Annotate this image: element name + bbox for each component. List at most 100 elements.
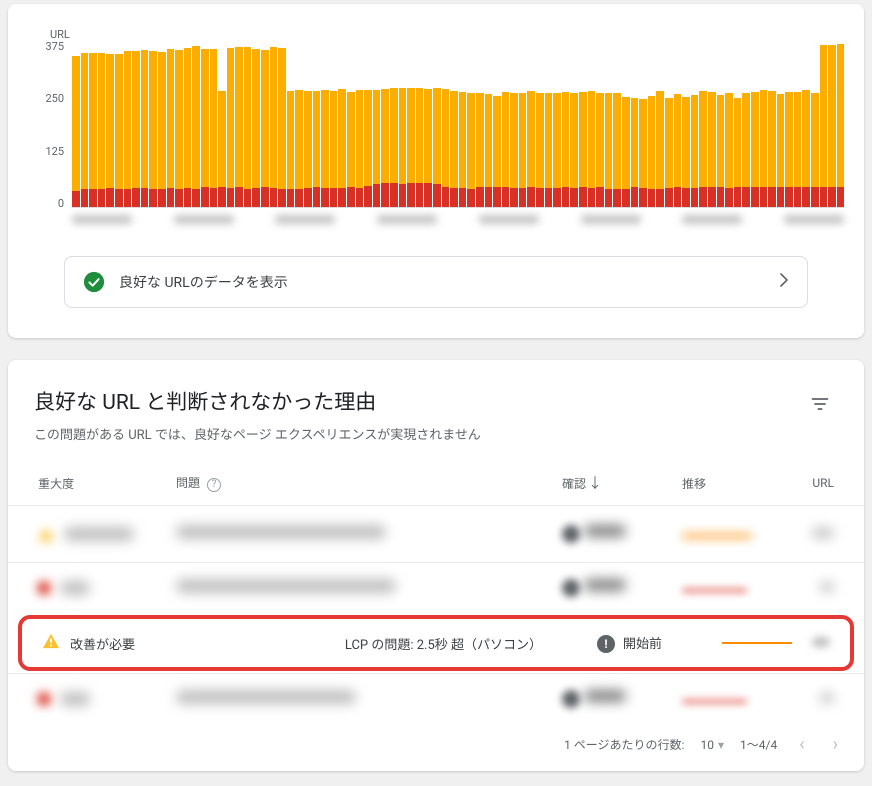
chart-bar <box>760 40 768 207</box>
table-pager: 1 ページあたりの行数: 10 ▾ 1～4/4 ‹ › <box>8 724 864 759</box>
chart-bar <box>347 40 355 207</box>
chart-bar <box>330 40 338 207</box>
chart-bar <box>476 40 484 207</box>
prev-page-button[interactable]: ‹ <box>793 730 810 759</box>
status-icon: ! <box>597 635 615 653</box>
show-good-urls-label: 良好な URLのデータを表示 <box>119 272 779 292</box>
table-row[interactable] <box>8 563 864 614</box>
check-circle-icon <box>83 271 105 293</box>
url-chart: URL 375 250 125 0 <box>24 8 848 226</box>
chart-bar <box>485 40 493 207</box>
rows-per-page-select[interactable]: 10 ▾ <box>700 738 724 752</box>
chart-bar <box>588 40 596 207</box>
chart-bar <box>742 40 750 207</box>
col-trend[interactable]: 推移 <box>674 461 804 506</box>
chart-bar <box>270 40 278 207</box>
show-good-urls-button[interactable]: 良好な URLのデータを表示 <box>64 256 808 308</box>
highlighted-issue-row[interactable]: 改善が必要 LCP の問題: 2.5秒 超（パソコン） !開始前 <box>18 615 854 671</box>
chart-bar <box>493 40 501 207</box>
chart-bar <box>777 40 785 207</box>
chevron-down-icon: ▾ <box>718 738 724 752</box>
table-row[interactable]: ▲ <box>8 506 864 563</box>
chart-bar <box>656 40 664 207</box>
chart-bar <box>287 40 295 207</box>
col-url[interactable]: URL <box>804 461 864 506</box>
chart-bar <box>201 40 209 207</box>
chart-plot-area <box>72 40 844 208</box>
severity-label: 改善が必要 <box>70 634 135 653</box>
chart-bar <box>356 40 364 207</box>
chart-bar <box>416 40 424 207</box>
filter-button[interactable] <box>802 386 838 426</box>
chart-y-ticks: 375 250 125 0 <box>24 40 68 210</box>
rows-per-page-label: 1 ページあたりの行数: <box>564 736 684 753</box>
chart-bar <box>124 40 132 207</box>
chart-bar <box>450 40 458 207</box>
chart-bar <box>828 40 836 207</box>
chart-bar <box>502 40 510 207</box>
chart-bar <box>244 40 252 207</box>
chart-bar <box>699 40 707 207</box>
warning-icon: ▲ <box>38 522 54 546</box>
chart-bar <box>115 40 123 207</box>
trend-sparkline <box>722 642 792 644</box>
chart-bar <box>785 40 793 207</box>
chart-bar <box>399 40 407 207</box>
chart-bar <box>708 40 716 207</box>
chart-bar <box>442 40 450 207</box>
chart-bar <box>184 40 192 207</box>
chart-bar <box>81 40 89 207</box>
chart-bar <box>175 40 183 207</box>
chart-bar <box>811 40 819 207</box>
chart-bar <box>304 40 312 207</box>
table-row[interactable] <box>8 674 864 725</box>
issues-title: 良好な URL と判断されなかった理由 <box>34 386 481 416</box>
chart-bar <box>768 40 776 207</box>
chart-bar <box>717 40 725 207</box>
col-severity[interactable]: 重大度 <box>8 461 168 506</box>
chart-x-tick <box>275 215 335 224</box>
chart-bar <box>407 40 415 207</box>
chart-bar <box>141 40 149 207</box>
chart-bar <box>158 40 166 207</box>
chart-bar <box>433 40 441 207</box>
chart-bar <box>210 40 218 207</box>
chart-bar <box>665 40 673 207</box>
chart-bar <box>72 40 80 207</box>
chevron-right-icon <box>779 273 789 291</box>
col-issue[interactable]: 問題 ? <box>168 461 554 506</box>
chart-bar <box>218 40 226 207</box>
chart-bar <box>725 40 733 207</box>
chart-bar <box>381 40 389 207</box>
col-check[interactable]: 確認↓ <box>554 461 674 506</box>
chart-bar <box>622 40 630 207</box>
chart-bar <box>570 40 578 207</box>
chart-bar <box>536 40 544 207</box>
chart-bar <box>167 40 175 207</box>
chart-x-tick <box>72 215 132 224</box>
chart-bar <box>631 40 639 207</box>
filter-icon <box>810 394 830 414</box>
chart-bar <box>510 40 518 207</box>
error-icon <box>38 693 50 705</box>
chart-x-tick <box>377 215 437 224</box>
chart-x-tick <box>784 215 844 224</box>
page-range-label: 1～4/4 <box>740 736 777 753</box>
chart-x-tick <box>682 215 742 224</box>
chart-bar <box>734 40 742 207</box>
chart-bar <box>313 40 321 207</box>
chart-bar <box>321 40 329 207</box>
help-icon[interactable]: ? <box>207 478 221 492</box>
chart-bar <box>235 40 243 207</box>
chart-bar <box>467 40 475 207</box>
chart-bar <box>596 40 604 207</box>
chart-bar <box>98 40 106 207</box>
chart-bar <box>562 40 570 207</box>
issue-label: LCP の問題: 2.5秒 超（パソコン） <box>172 619 550 667</box>
chart-bar <box>459 40 467 207</box>
chart-bar <box>545 40 553 207</box>
chart-bar <box>553 40 561 207</box>
chart-bar <box>794 40 802 207</box>
next-page-button[interactable]: › <box>827 730 844 759</box>
warning-icon <box>42 633 60 653</box>
